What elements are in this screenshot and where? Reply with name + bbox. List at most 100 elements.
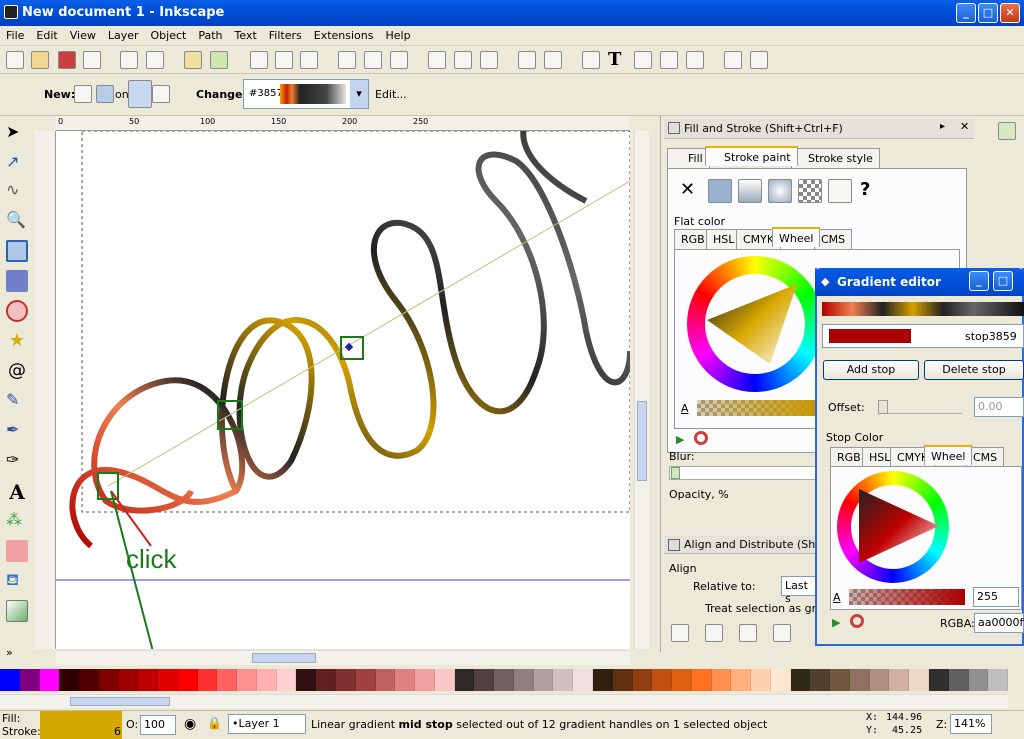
- palette-swatch[interactable]: [928, 669, 949, 691]
- maximize-button[interactable]: □: [978, 3, 998, 23]
- selected-stop-marker[interactable]: [344, 342, 354, 352]
- edit-gradient-link[interactable]: Edit...: [375, 88, 407, 101]
- align-left-icon[interactable]: [671, 624, 689, 642]
- redo-icon[interactable]: [210, 51, 228, 69]
- palette-swatch[interactable]: [118, 669, 139, 691]
- rectangle-tool-icon[interactable]: [6, 240, 28, 262]
- palette-swatch[interactable]: [98, 669, 119, 691]
- eraser-tool-icon[interactable]: [6, 540, 28, 562]
- blur-slider[interactable]: [669, 466, 819, 480]
- text-dialog-icon[interactable]: T: [608, 49, 621, 70]
- tab-wheel[interactable]: Wheel: [924, 445, 973, 465]
- tab-stroke-style[interactable]: Stroke style: [791, 148, 880, 168]
- palette-swatch[interactable]: [968, 669, 989, 691]
- zoom-input[interactable]: 141%: [950, 714, 992, 734]
- palette-swatch[interactable]: [810, 669, 831, 691]
- drawing-canvas[interactable]: click: [56, 131, 630, 649]
- canvas-horizontal-scrollbar[interactable]: [56, 650, 630, 665]
- offset-slider[interactable]: [878, 400, 962, 414]
- scroll-thumb[interactable]: [70, 697, 170, 706]
- selector-tool-icon[interactable]: ➤: [6, 122, 28, 144]
- menu-filters[interactable]: Filters: [263, 26, 308, 42]
- spray-tool-icon[interactable]: ⁂: [6, 510, 28, 532]
- menu-object[interactable]: Object: [145, 26, 193, 42]
- ellipse-tool-icon[interactable]: [6, 300, 28, 322]
- pen-tool-icon[interactable]: ✒: [6, 420, 28, 442]
- menu-layer[interactable]: Layer: [102, 26, 145, 42]
- color-managed-icon[interactable]: [850, 614, 864, 628]
- palette-swatch[interactable]: [434, 669, 455, 691]
- color-managed-icon[interactable]: [694, 431, 708, 445]
- palette-swatch[interactable]: [0, 669, 20, 691]
- palette-swatch[interactable]: [375, 669, 396, 691]
- palette-swatch[interactable]: [395, 669, 416, 691]
- alpha-slider[interactable]: [697, 400, 817, 416]
- palette-swatch[interactable]: [59, 669, 80, 691]
- unset-paint-icon[interactable]: ?: [860, 179, 870, 200]
- scroll-thumb[interactable]: [637, 401, 647, 481]
- palette-swatch[interactable]: [197, 669, 218, 691]
- gradient-select[interactable]: #3857 ▾: [243, 79, 369, 109]
- palette-swatch[interactable]: [988, 669, 1009, 691]
- on-stroke-button[interactable]: [152, 85, 170, 103]
- menu-path[interactable]: Path: [192, 26, 228, 42]
- palette-swatch[interactable]: [474, 669, 495, 691]
- palette-swatch[interactable]: [217, 669, 238, 691]
- palette-swatch[interactable]: [770, 669, 791, 691]
- add-stop-button[interactable]: Add stop: [823, 360, 919, 380]
- color-picker-icon[interactable]: ▶: [676, 433, 684, 446]
- palette-swatch[interactable]: [672, 669, 692, 691]
- xml-editor-icon[interactable]: [660, 51, 678, 69]
- paint-bucket-tool-icon[interactable]: ⛾: [6, 570, 28, 592]
- menu-help[interactable]: Help: [379, 26, 416, 42]
- palette-swatch[interactable]: [138, 669, 159, 691]
- flat-color-button[interactable]: [708, 179, 732, 203]
- palette-swatch[interactable]: [652, 669, 673, 691]
- palette-swatch[interactable]: [513, 669, 534, 691]
- visibility-eye-icon[interactable]: ◉: [184, 716, 196, 732]
- palette-swatch[interactable]: [533, 669, 554, 691]
- radial-gradient-button[interactable]: [96, 85, 114, 103]
- export-icon[interactable]: [146, 51, 164, 69]
- palette-swatch[interactable]: [177, 669, 198, 691]
- align-anchor-icon[interactable]: [773, 624, 791, 642]
- node-tool-icon[interactable]: ↗: [6, 152, 28, 174]
- palette-swatch[interactable]: [612, 669, 633, 691]
- palette-swatch[interactable]: [592, 669, 613, 691]
- on-fill-button[interactable]: [128, 80, 152, 108]
- palette-swatch[interactable]: [494, 669, 514, 691]
- align-right-icon[interactable]: [739, 624, 757, 642]
- gradient-tool-icon[interactable]: [6, 600, 28, 622]
- gradient-stroke-path[interactable]: [69, 131, 630, 549]
- lock-icon[interactable]: 🔒: [207, 716, 222, 730]
- alpha-input[interactable]: 255: [973, 587, 1019, 607]
- palette-swatch[interactable]: [731, 669, 752, 691]
- more-tools-icon[interactable]: »: [6, 646, 28, 668]
- palette-swatch[interactable]: [355, 669, 376, 691]
- stop-select[interactable]: stop3859: [822, 324, 1024, 348]
- palette-swatch[interactable]: [691, 669, 712, 691]
- zoom-drawing-icon[interactable]: [364, 51, 382, 69]
- spiral-tool-icon[interactable]: @: [6, 360, 28, 382]
- fill-stroke-dialog-icon[interactable]: [582, 51, 600, 69]
- minimize-button[interactable]: _: [956, 3, 976, 23]
- palette-swatch[interactable]: [296, 669, 317, 691]
- palette-swatch[interactable]: [711, 669, 732, 691]
- menu-edit[interactable]: Edit: [30, 26, 63, 42]
- open-icon[interactable]: [31, 51, 49, 69]
- palette-swatch[interactable]: [256, 669, 277, 691]
- palette-swatch[interactable]: [849, 669, 870, 691]
- unlink-clone-icon[interactable]: [480, 51, 498, 69]
- palette-swatch[interactable]: [158, 669, 178, 691]
- cut-icon[interactable]: [275, 51, 293, 69]
- palette-swatch[interactable]: [454, 669, 475, 691]
- snap-toggle-icon[interactable]: [998, 122, 1016, 140]
- color-wheel[interactable]: [837, 471, 949, 583]
- palette-swatch[interactable]: [415, 669, 435, 691]
- tweak-tool-icon[interactable]: ∿: [6, 180, 28, 202]
- panel-close-icon[interactable]: ✕: [960, 120, 969, 133]
- preferences-icon[interactable]: [724, 51, 742, 69]
- tab-stroke-paint[interactable]: Stroke paint: [705, 146, 798, 166]
- color-picker-icon[interactable]: ▶: [832, 616, 840, 629]
- rgba-input[interactable]: aa0000ff: [974, 613, 1024, 633]
